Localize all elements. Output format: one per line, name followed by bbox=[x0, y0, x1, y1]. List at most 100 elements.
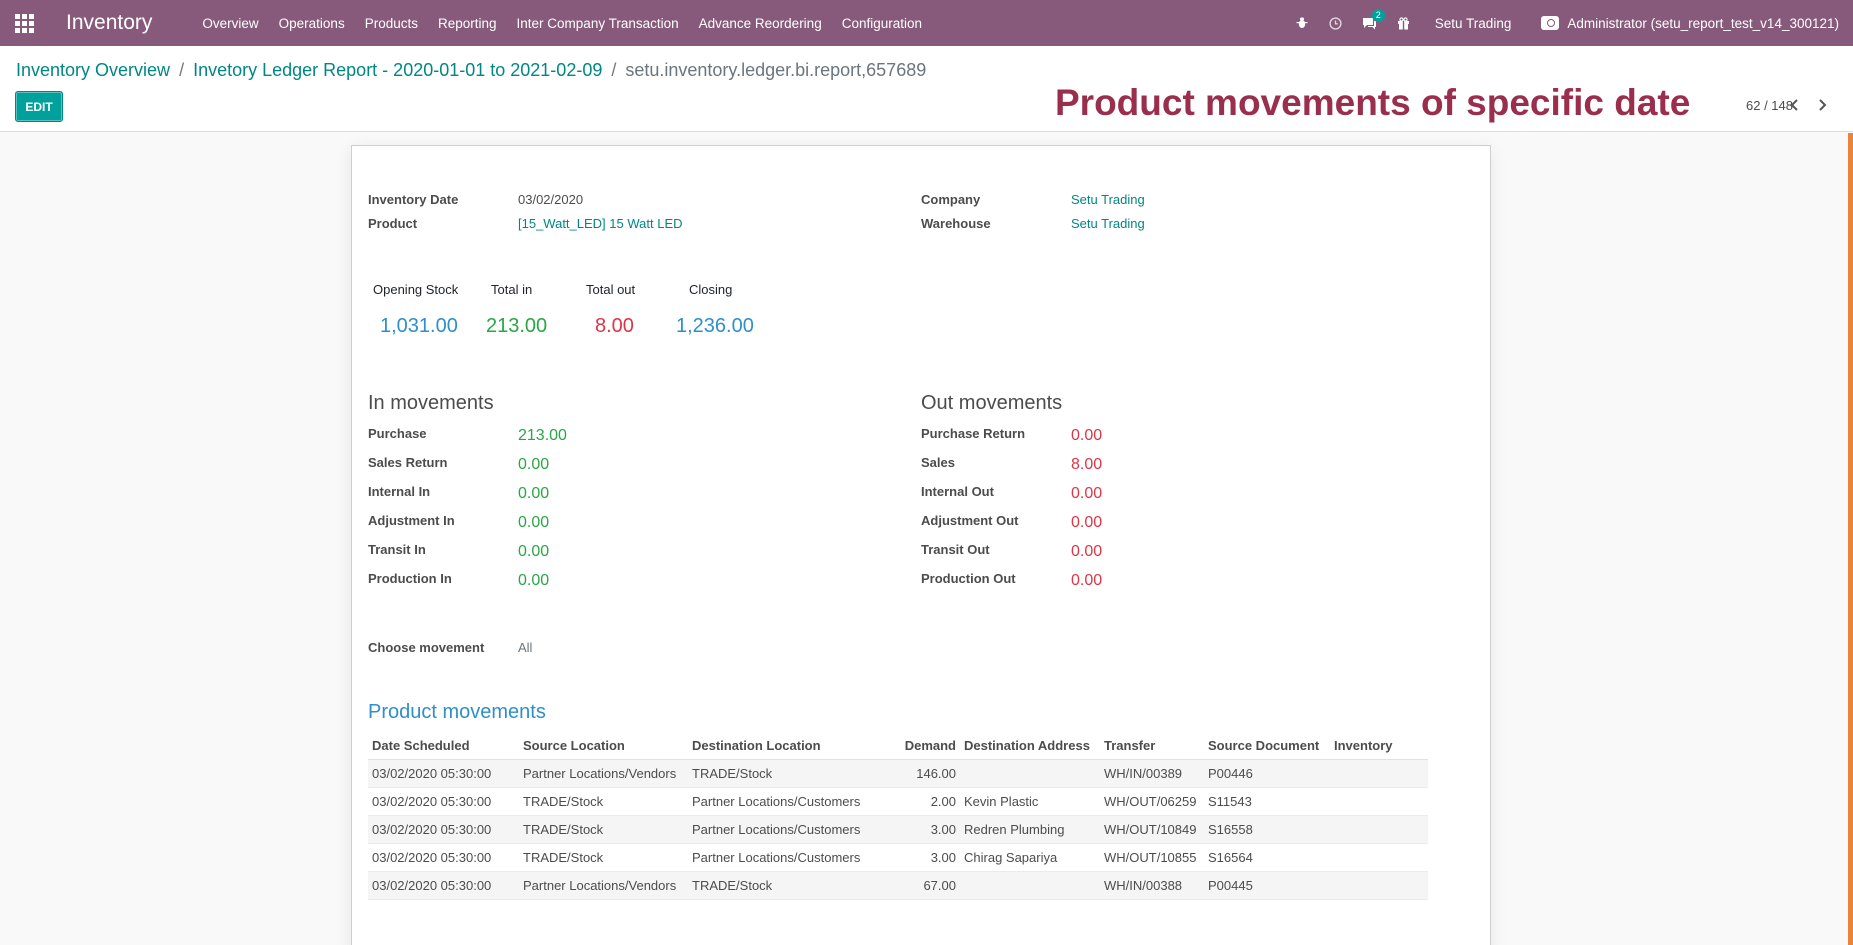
cell-destination-address: Chirag Sapariya bbox=[960, 843, 1100, 872]
warehouse-label: Warehouse bbox=[921, 216, 991, 231]
out-movements-title: Out movements bbox=[921, 392, 1063, 414]
breadcrumb-inventory-overview[interactable]: Inventory Overview bbox=[16, 60, 170, 81]
company-switcher[interactable]: Setu Trading bbox=[1435, 16, 1512, 31]
table-header-row: Date Scheduled Source Location Destinati… bbox=[368, 732, 1428, 760]
breadcrumb-ledger-report[interactable]: Invetory Ledger Report - 2020-01-01 to 2… bbox=[193, 60, 602, 81]
inventory-date-label: Inventory Date bbox=[368, 192, 459, 207]
in-production-value[interactable]: 0.00 bbox=[518, 572, 549, 590]
warehouse-link[interactable]: Setu Trading bbox=[1071, 216, 1145, 231]
column-header-source-location[interactable]: Source Location bbox=[519, 732, 688, 760]
cell-destination-address: Kevin Plastic bbox=[960, 787, 1100, 816]
main-menu: Overview Operations Products Reporting I… bbox=[192, 16, 932, 31]
in-transit-value[interactable]: 0.00 bbox=[518, 543, 549, 561]
total-out-value[interactable]: 8.00 bbox=[595, 315, 634, 338]
company-link[interactable]: Setu Trading bbox=[1071, 192, 1145, 207]
menu-overview[interactable]: Overview bbox=[192, 16, 268, 31]
column-header-demand[interactable]: Demand bbox=[893, 732, 960, 760]
in-sales-return-value[interactable]: 0.00 bbox=[518, 456, 549, 474]
in-purchase-value[interactable]: 213.00 bbox=[518, 427, 567, 445]
cell-source-document: S16564 bbox=[1204, 843, 1330, 872]
pager-next-icon[interactable] bbox=[1811, 93, 1833, 117]
cell-destination-address: Redren Plumbing bbox=[960, 815, 1100, 844]
product-movements-title: Product movements bbox=[368, 701, 546, 723]
pager-previous-icon[interactable] bbox=[1783, 93, 1805, 117]
menu-configuration[interactable]: Configuration bbox=[832, 16, 932, 31]
breadcrumb: Inventory Overview / Invetory Ledger Rep… bbox=[16, 60, 926, 81]
cell-demand: 146.00 bbox=[893, 759, 960, 788]
top-navbar: Inventory Overview Operations Products R… bbox=[0, 0, 1853, 46]
menu-inter-company-transaction[interactable]: Inter Company Transaction bbox=[507, 16, 689, 31]
messages-chat-icon[interactable]: 2 bbox=[1353, 8, 1387, 30]
cell-transfer: WH/IN/00388 bbox=[1100, 871, 1204, 900]
cell-inventory bbox=[1330, 871, 1428, 900]
cell-destination-address bbox=[960, 759, 1100, 788]
menu-advance-reordering[interactable]: Advance Reordering bbox=[689, 16, 832, 31]
user-avatar-icon bbox=[1541, 16, 1560, 30]
out-sales-label: Sales bbox=[921, 455, 955, 470]
out-sales-value[interactable]: 8.00 bbox=[1071, 456, 1102, 474]
scrollbar-edge[interactable] bbox=[1848, 133, 1853, 945]
choose-movement-label: Choose movement bbox=[368, 640, 485, 655]
activity-clock-icon[interactable] bbox=[1319, 16, 1353, 30]
apps-menu-icon[interactable] bbox=[0, 0, 48, 46]
cell-source-document: P00445 bbox=[1204, 871, 1330, 900]
edit-button[interactable]: EDIT bbox=[15, 91, 63, 122]
gift-icon[interactable] bbox=[1387, 16, 1421, 30]
in-adjustment-value[interactable]: 0.00 bbox=[518, 514, 549, 532]
cell-demand: 67.00 bbox=[893, 871, 960, 900]
out-purchase-return-label: Purchase Return bbox=[921, 426, 1026, 441]
cell-inventory bbox=[1330, 815, 1428, 844]
cell-source-document: S11543 bbox=[1204, 787, 1330, 816]
column-header-date-scheduled[interactable]: Date Scheduled bbox=[368, 732, 519, 760]
inventory-date-value: 03/02/2020 bbox=[518, 192, 584, 207]
cell-destination-location: Partner Locations/Customers bbox=[688, 787, 893, 816]
opening-stock-value[interactable]: 1,031.00 bbox=[380, 315, 458, 338]
out-purchase-return-value[interactable]: 0.00 bbox=[1071, 427, 1102, 445]
cell-demand: 3.00 bbox=[893, 843, 960, 872]
cell-source-location: TRADE/Stock bbox=[519, 843, 688, 872]
messages-count-badge: 2 bbox=[1371, 8, 1385, 22]
choose-movement-select[interactable]: All bbox=[518, 640, 532, 655]
product-link[interactable]: [15_Watt_LED] 15 Watt LED bbox=[518, 216, 683, 231]
opening-stock-label: Opening Stock bbox=[373, 282, 459, 297]
cell-destination-location: Partner Locations/Customers bbox=[688, 815, 893, 844]
user-menu[interactable]: Administrator (setu_report_test_v14_3001… bbox=[1541, 16, 1839, 31]
table-row[interactable]: 03/02/2020 05:30:00 Partner Locations/Ve… bbox=[368, 759, 1428, 788]
debug-bug-icon[interactable] bbox=[1285, 17, 1319, 29]
out-adjustment-value[interactable]: 0.00 bbox=[1071, 514, 1102, 532]
column-header-source-document[interactable]: Source Document bbox=[1204, 732, 1330, 760]
cell-source-location: Partner Locations/Vendors bbox=[519, 871, 688, 900]
app-title[interactable]: Inventory bbox=[66, 11, 152, 35]
form-sheet: Inventory Date 03/02/2020 Product [15_Wa… bbox=[351, 145, 1491, 945]
out-internal-value[interactable]: 0.00 bbox=[1071, 485, 1102, 503]
column-header-destination-location[interactable]: Destination Location bbox=[688, 732, 893, 760]
out-production-label: Production Out bbox=[921, 571, 1016, 586]
in-sales-return-label: Sales Return bbox=[368, 455, 448, 470]
out-production-value[interactable]: 0.00 bbox=[1071, 572, 1102, 590]
annotation-caption: Product movements of specific date bbox=[1055, 82, 1691, 123]
menu-products[interactable]: Products bbox=[355, 16, 428, 31]
total-in-value[interactable]: 213.00 bbox=[486, 315, 547, 338]
cell-destination-location: TRADE/Stock bbox=[688, 759, 893, 788]
table-row[interactable]: 03/02/2020 05:30:00 Partner Locations/Ve… bbox=[368, 871, 1428, 900]
product-movements-table: Date Scheduled Source Location Destinati… bbox=[368, 732, 1428, 900]
menu-reporting[interactable]: Reporting bbox=[428, 16, 507, 31]
cell-source-location: TRADE/Stock bbox=[519, 815, 688, 844]
table-row[interactable]: 03/02/2020 05:30:00 TRADE/Stock Partner … bbox=[368, 815, 1428, 844]
cell-inventory bbox=[1330, 759, 1428, 788]
column-header-destination-address[interactable]: Destination Address bbox=[960, 732, 1100, 760]
table-row[interactable]: 03/02/2020 05:30:00 TRADE/Stock Partner … bbox=[368, 787, 1428, 816]
cell-source-location: Partner Locations/Vendors bbox=[519, 759, 688, 788]
table-row[interactable]: 03/02/2020 05:30:00 TRADE/Stock Partner … bbox=[368, 843, 1428, 872]
out-transit-value[interactable]: 0.00 bbox=[1071, 543, 1102, 561]
cell-source-location: TRADE/Stock bbox=[519, 787, 688, 816]
column-header-inventory[interactable]: Inventory bbox=[1330, 732, 1428, 760]
out-internal-label: Internal Out bbox=[921, 484, 994, 499]
column-header-transfer[interactable]: Transfer bbox=[1100, 732, 1204, 760]
out-transit-label: Transit Out bbox=[921, 542, 990, 557]
in-internal-value[interactable]: 0.00 bbox=[518, 485, 549, 503]
menu-operations[interactable]: Operations bbox=[269, 16, 355, 31]
cell-inventory bbox=[1330, 787, 1428, 816]
cell-date-scheduled: 03/02/2020 05:30:00 bbox=[368, 843, 519, 872]
closing-value[interactable]: 1,236.00 bbox=[676, 315, 754, 338]
